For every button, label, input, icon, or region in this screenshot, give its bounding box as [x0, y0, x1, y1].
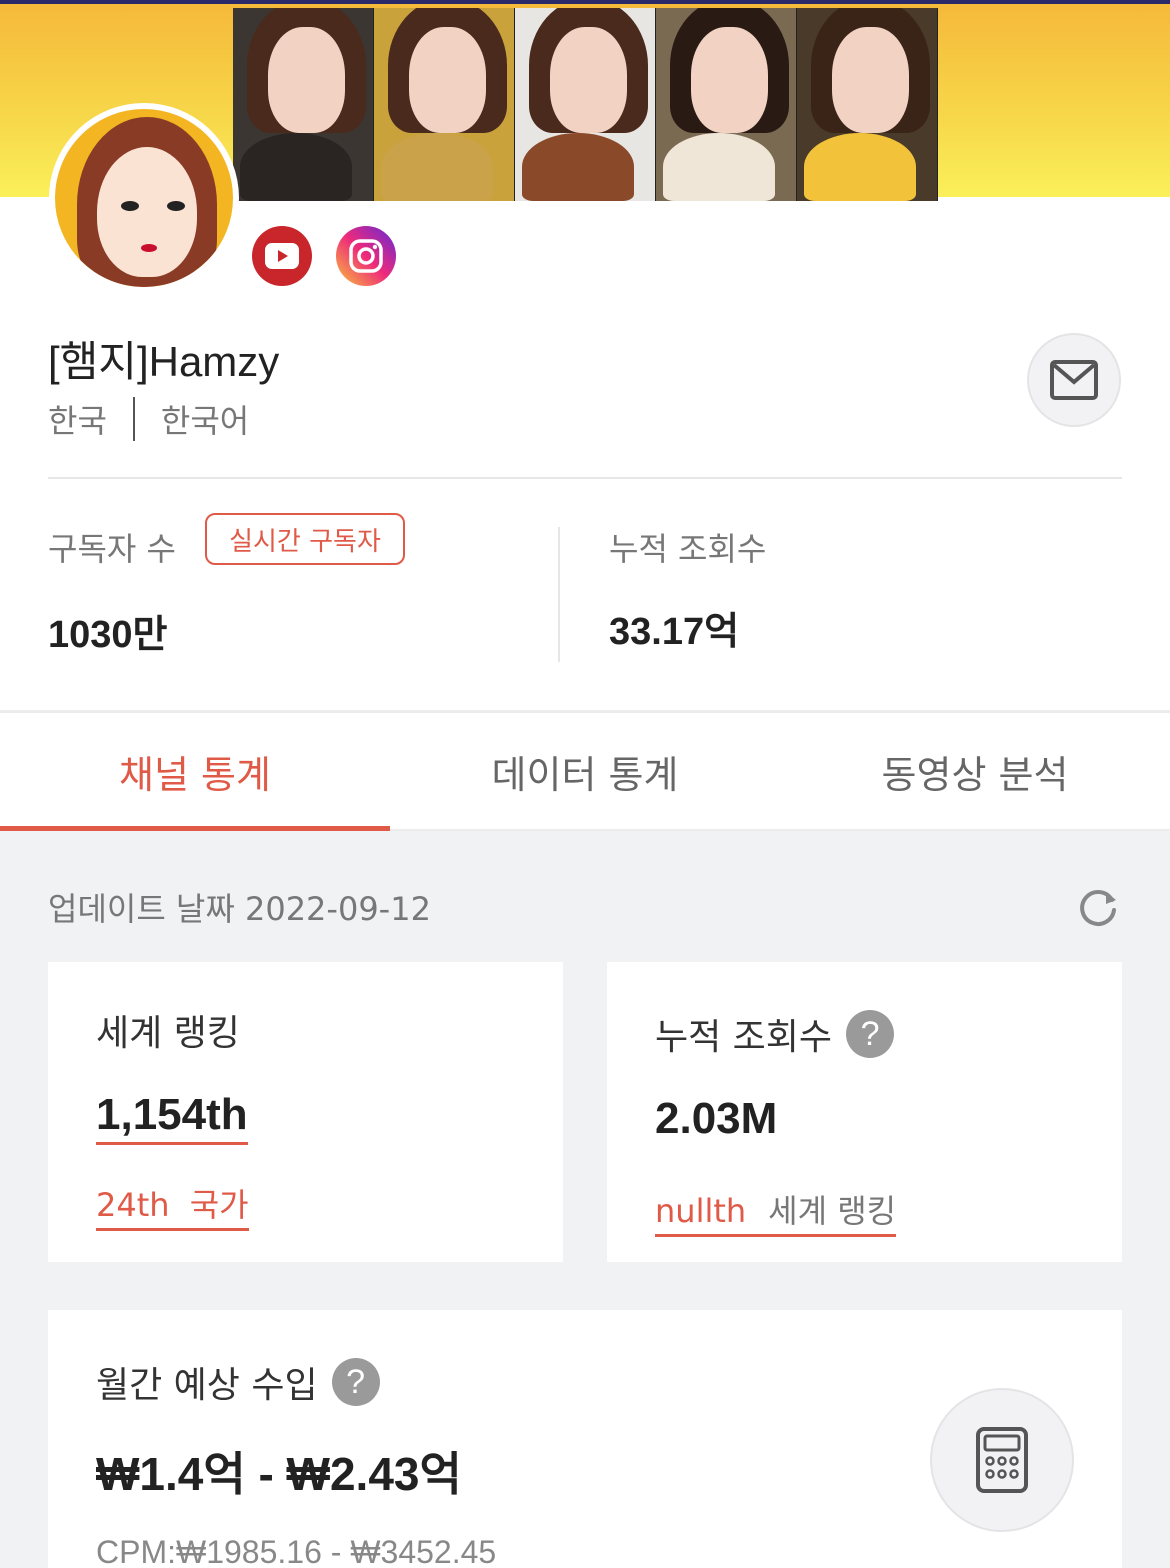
banner-photo [515, 8, 656, 201]
subscribers-value: 1030만 [48, 614, 168, 656]
channel-country: 한국 [48, 402, 107, 440]
views-rank-value: nullth [655, 1192, 747, 1230]
meta-separator [132, 397, 135, 441]
tab-bar: 채널 통계 데이터 통계 동영상 분석 [0, 710, 1170, 831]
views-value: 33.17억 [609, 611, 740, 653]
world-rank-card: 세계 랭킹 1,154th 24th 국가 [48, 962, 563, 1262]
update-date: 업데이트 날짜 2022-09-12 [48, 890, 431, 928]
banner-photo [656, 8, 797, 201]
views-card-value: 2.03M [655, 1094, 778, 1143]
cpm-range: CPM:₩1985.16 - ₩3452.45 [96, 1534, 497, 1568]
views-card-title: 누적 조회수 ? [655, 1008, 895, 1060]
tab-channel-stats[interactable]: 채널 통계 [0, 713, 390, 831]
live-subscribers-badge[interactable]: 실시간 구독자 [205, 513, 405, 565]
divider [48, 477, 1122, 479]
country-rank-value: 24th [96, 1186, 170, 1224]
mail-icon [1050, 360, 1098, 400]
views-label: 누적 조회수 [609, 530, 767, 568]
banner-photo [374, 8, 515, 201]
calculator-button[interactable] [930, 1388, 1074, 1532]
stats-divider [558, 527, 560, 662]
tab-data-stats[interactable]: 데이터 통계 [390, 713, 780, 829]
income-value: ₩1.4억 - ₩2.43억 [96, 1448, 462, 1500]
channel-avatar [49, 103, 239, 293]
instagram-icon[interactable] [336, 226, 396, 286]
help-icon[interactable]: ? [846, 1010, 895, 1058]
country-rank-link[interactable]: 24th 국가 [96, 1180, 249, 1231]
channel-language: 한국어 [160, 402, 250, 440]
banner-photo [797, 8, 938, 201]
views-rank-label: 세계 랭킹 [768, 1192, 897, 1230]
banner-photo-strip [233, 8, 938, 201]
income-card-title: 월간 예상 수입 ? [96, 1356, 380, 1408]
tab-video-analysis[interactable]: 동영상 분석 [780, 713, 1170, 829]
banner-photo [233, 8, 374, 201]
refresh-icon[interactable] [1076, 886, 1120, 930]
help-icon[interactable]: ? [331, 1358, 380, 1406]
views-rank-link[interactable]: nullth 세계 랭킹 [655, 1186, 897, 1237]
world-rank-title: 세계 랭킹 [96, 1013, 240, 1054]
calculator-icon [976, 1427, 1028, 1493]
country-rank-label: 국가 [189, 1186, 249, 1224]
mail-button[interactable] [1027, 333, 1121, 427]
subscribers-label: 구독자 수 [48, 530, 176, 568]
views-card-title-text: 누적 조회수 [655, 1017, 833, 1058]
channel-name: [햄지]Hamzy [48, 338, 280, 385]
views-card: 누적 조회수 ? 2.03M nullth 세계 랭킹 [607, 962, 1122, 1262]
channel-meta: 한국 한국어 [48, 396, 249, 442]
income-card-title-text: 월간 예상 수입 [96, 1365, 318, 1406]
world-rank-value[interactable]: 1,154th [96, 1090, 248, 1145]
youtube-icon[interactable] [252, 226, 312, 286]
